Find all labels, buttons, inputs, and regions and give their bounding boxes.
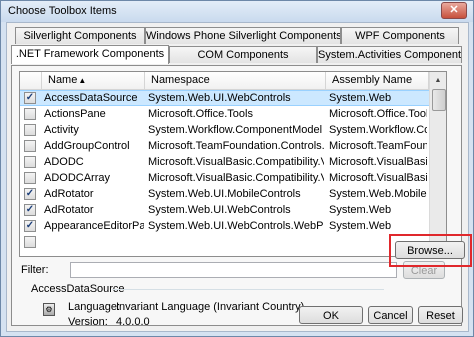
row-checkbox[interactable] bbox=[24, 140, 36, 152]
choose-toolbox-items-dialog: Choose Toolbox Items ✕ Silverlight Compo… bbox=[0, 0, 474, 337]
title-bar[interactable]: Choose Toolbox Items ✕ bbox=[1, 1, 473, 22]
vertical-scrollbar[interactable]: ▲ ▼ bbox=[429, 72, 446, 256]
cell-assembly: System.Web bbox=[329, 220, 392, 232]
table-row[interactable]: ✓ AdRotator System.Web.UI.WebControls Syste… bbox=[20, 203, 446, 217]
scroll-thumb[interactable] bbox=[432, 89, 446, 111]
components-list[interactable]: Name▲ Namespace Assembly Name ✓ AccessDat… bbox=[19, 71, 447, 257]
version-label: Version: bbox=[68, 316, 108, 328]
cell-name: ADODC bbox=[44, 156, 84, 168]
cell-name: Activity bbox=[44, 124, 79, 136]
table-row[interactable]: ADODC Microsoft.VisualBasic.Compatibility… bbox=[20, 155, 446, 169]
browse-button[interactable]: Browse... bbox=[395, 241, 465, 259]
cell-assembly: Microsoft.TeamFoundation… bbox=[329, 140, 427, 152]
cell-assembly: Microsoft.VisualBasic.Com… bbox=[329, 156, 427, 168]
cell-name: ADODCArray bbox=[44, 172, 111, 184]
cell-namespace: System.Web.UI.WebControls bbox=[148, 204, 291, 216]
cell-assembly: System.Web bbox=[329, 92, 392, 104]
column-header-namespace[interactable]: Namespace bbox=[145, 72, 326, 89]
cell-namespace: Microsoft.VisualBasic.Compatibility.VB6 bbox=[148, 172, 324, 184]
tab-panel: Name▲ Namespace Assembly Name ✓ AccessDat… bbox=[11, 65, 462, 328]
row-checkbox[interactable]: ✓ bbox=[24, 220, 36, 232]
scroll-up-icon[interactable]: ▲ bbox=[431, 73, 445, 88]
sort-ascending-icon: ▲ bbox=[78, 76, 87, 85]
version-value: 4.0.0.0 bbox=[116, 316, 150, 328]
cell-namespace: Microsoft.Office.Tools bbox=[148, 108, 253, 120]
cell-name: AppearanceEditorPart bbox=[44, 220, 144, 232]
cell-assembly: Microsoft.Office.Tools.Comm… bbox=[329, 108, 427, 120]
cell-namespace: System.Web.UI.MobileControls bbox=[148, 188, 301, 200]
cancel-button[interactable]: Cancel bbox=[368, 306, 413, 324]
table-row[interactable]: Activity System.Workflow.ComponentModel Sy… bbox=[20, 123, 446, 137]
component-icon: ⚙ bbox=[43, 303, 55, 316]
row-checkbox[interactable]: ✓ bbox=[24, 92, 36, 104]
tab-wpf-components[interactable]: WPF Components bbox=[341, 27, 459, 44]
dialog-body: Silverlight Components Windows Phone Sil… bbox=[6, 22, 472, 332]
table-row[interactable]: ✓ AccessDataSource System.Web.UI.WebContro… bbox=[20, 90, 446, 106]
window-title: Choose Toolbox Items bbox=[8, 5, 117, 17]
group-divider bbox=[112, 289, 384, 290]
cell-assembly: System.Workflow.Component… bbox=[329, 124, 427, 136]
column-header-check bbox=[20, 72, 42, 89]
cell-namespace: Microsoft.VisualBasic.Compatibility.VB6 bbox=[148, 156, 324, 168]
table-row[interactable]: ActionsPane Microsoft.Office.Tools Microso… bbox=[20, 107, 446, 121]
table-row[interactable]: ADODCArray Microsoft.VisualBasic.Compatib… bbox=[20, 171, 446, 185]
cell-assembly: System.Web.Mobile bbox=[329, 188, 427, 200]
column-header-assembly[interactable]: Assembly Name bbox=[326, 72, 429, 89]
cell-assembly: Microsoft.VisualBasic.Com… bbox=[329, 172, 427, 184]
row-checkbox[interactable]: ✓ bbox=[24, 204, 36, 216]
table-row[interactable]: AddGroupControl Microsoft.TeamFoundation.… bbox=[20, 139, 446, 153]
cell-namespace: Microsoft.TeamFoundation.Controls.WinFor… bbox=[148, 140, 324, 152]
details-group-title: AccessDataSource bbox=[31, 283, 125, 295]
language-label: Language: bbox=[68, 301, 120, 313]
cell-name: AdRotator bbox=[44, 188, 94, 200]
row-checkbox[interactable] bbox=[24, 236, 36, 248]
language-value: Invariant Language (Invariant Country) bbox=[116, 301, 305, 313]
row-checkbox[interactable]: ✓ bbox=[24, 188, 36, 200]
cell-namespace: System.Web.UI.WebControls bbox=[148, 92, 291, 104]
cell-name: AddGroupControl bbox=[44, 140, 130, 152]
close-button[interactable]: ✕ bbox=[441, 2, 467, 19]
ok-button[interactable]: OK bbox=[299, 306, 363, 324]
row-checkbox[interactable] bbox=[24, 108, 36, 120]
row-checkbox[interactable] bbox=[24, 156, 36, 168]
row-checkbox[interactable] bbox=[24, 172, 36, 184]
column-header-name-label: Name bbox=[48, 74, 78, 86]
cell-name: AdRotator bbox=[44, 204, 94, 216]
column-header-row: Name▲ Namespace Assembly Name bbox=[20, 72, 446, 90]
table-row[interactable]: ✓ AppearanceEditorPart System.Web.UI.WebCo… bbox=[20, 219, 446, 233]
cell-name: AccessDataSource bbox=[44, 92, 138, 104]
tab-com-components[interactable]: COM Components bbox=[169, 46, 317, 63]
filter-input[interactable] bbox=[70, 262, 397, 278]
tab-net-framework-components[interactable]: .NET Framework Components bbox=[11, 45, 169, 64]
column-header-name[interactable]: Name▲ bbox=[42, 72, 145, 89]
reset-button[interactable]: Reset bbox=[418, 306, 463, 324]
cell-name: ActionsPane bbox=[44, 108, 106, 120]
filter-label: Filter: bbox=[21, 264, 49, 276]
cell-assembly: System.Web bbox=[329, 204, 392, 216]
table-row[interactable]: ✓ AdRotator System.Web.UI.MobileControls Sy… bbox=[20, 187, 446, 201]
row-checkbox[interactable] bbox=[24, 124, 36, 136]
cell-namespace: System.Workflow.ComponentModel bbox=[148, 124, 323, 136]
cell-namespace: System.Web.UI.WebControls.WebParts bbox=[148, 220, 324, 232]
tab-silverlight-components[interactable]: Silverlight Components bbox=[15, 27, 145, 44]
tab-system-activities-components[interactable]: System.Activities Components bbox=[317, 46, 462, 63]
table-row[interactable] bbox=[20, 235, 446, 249]
tab-windows-phone-silverlight-components[interactable]: Windows Phone Silverlight Components bbox=[145, 27, 341, 44]
